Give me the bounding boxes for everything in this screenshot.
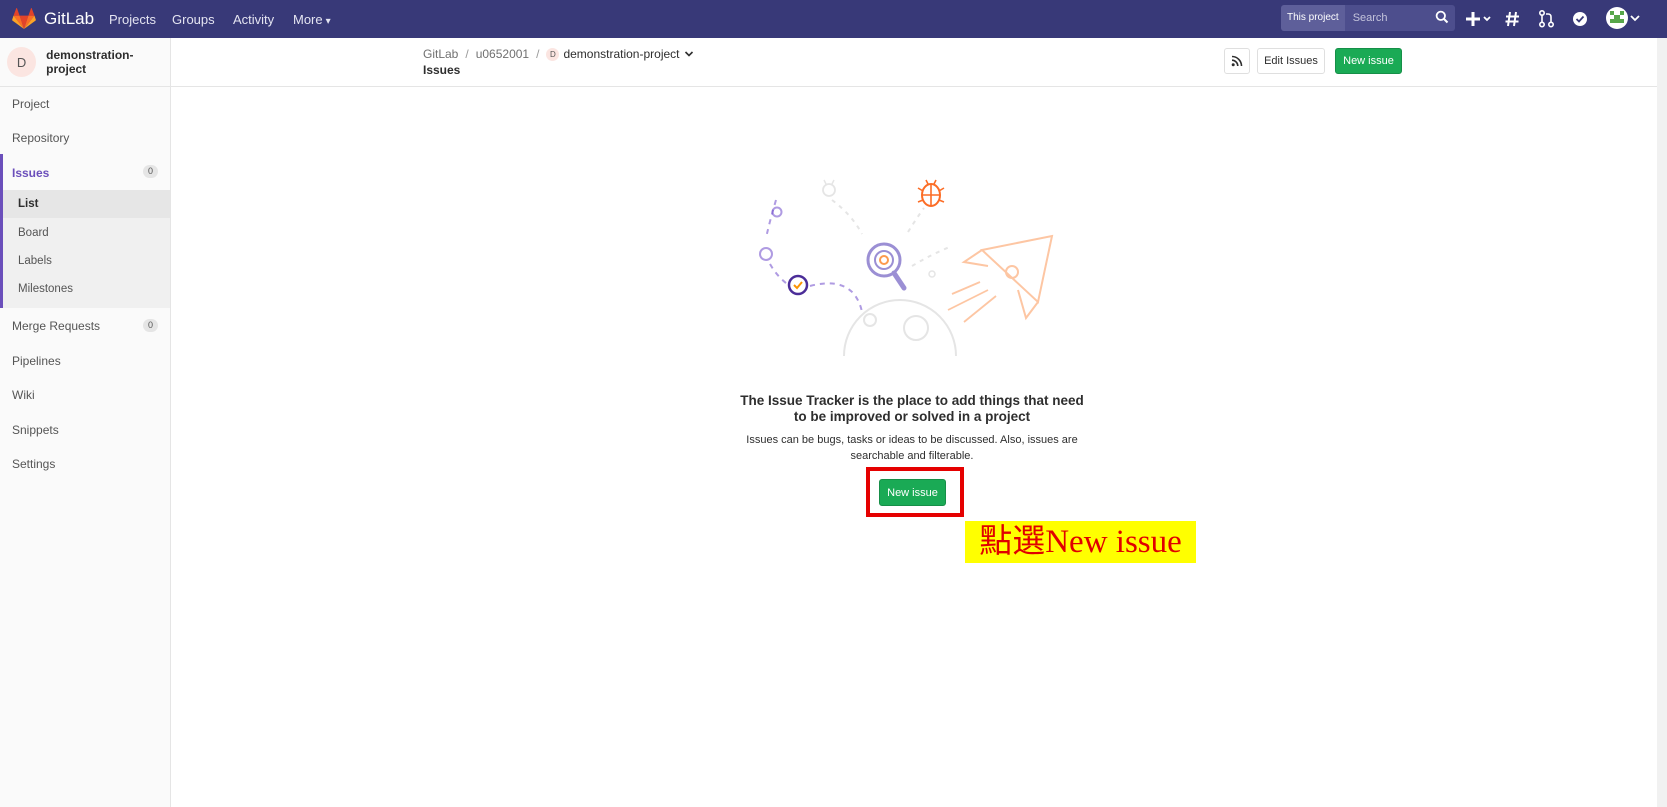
edit-issues-button[interactable]: Edit Issues xyxy=(1257,48,1325,74)
top-navbar: GitLab Projects Groups Activity More ▾ Th… xyxy=(0,0,1667,38)
sidebar-subitem-board[interactable]: Board xyxy=(18,227,49,239)
empty-state-title: The Issue Tracker is the place to add th… xyxy=(740,393,1084,424)
sidebar-issues-section: Issues 0 List Board Labels Milestones xyxy=(0,154,170,308)
user-avatar-icon xyxy=(1606,7,1628,29)
hashtag-icon[interactable] xyxy=(1504,9,1521,29)
nav-activity[interactable]: Activity xyxy=(233,12,274,27)
page-title: Issues xyxy=(423,63,461,77)
sidebar-item-label: Merge Requests xyxy=(12,319,101,333)
brand-name: GitLab xyxy=(44,9,95,28)
vertical-scrollbar[interactable] xyxy=(1657,38,1667,807)
sidebar-subitem-list[interactable]: List xyxy=(3,190,170,218)
issues-count-badge: 0 xyxy=(143,165,158,178)
sidebar-item-label: Project xyxy=(12,97,50,111)
project-avatar: D xyxy=(7,47,37,77)
rss-button[interactable] xyxy=(1224,48,1250,74)
instruction-annotation: 點選New issue xyxy=(965,521,1196,563)
nav-projects[interactable]: Projects xyxy=(109,12,156,27)
nav-more-label: More xyxy=(293,12,323,27)
search-input[interactable] xyxy=(1350,11,1435,25)
chevron-down-icon[interactable] xyxy=(684,49,694,59)
plus-dropdown-icon[interactable] xyxy=(1466,9,1492,29)
chevron-down-icon xyxy=(1630,15,1640,22)
sidebar-item-label: Settings xyxy=(12,457,56,471)
sidebar-project-header[interactable]: D demonstration-project xyxy=(0,38,170,87)
rss-icon xyxy=(1231,55,1243,67)
page-header: GitLab / u0652001 / D demonstration-proj… xyxy=(171,38,1667,87)
tanuki-logo-icon xyxy=(12,8,36,29)
todo-check-icon[interactable] xyxy=(1571,9,1589,29)
issues-empty-state-illustration xyxy=(759,179,1054,357)
sidebar-item-label: Snippets xyxy=(12,423,59,437)
sidebar-item-label: Issues xyxy=(12,166,50,180)
search-box xyxy=(1344,5,1455,31)
breadcrumb-gitlab[interactable]: GitLab xyxy=(423,47,458,61)
sidebar-item-issues[interactable]: Issues 0 xyxy=(3,154,170,190)
user-menu[interactable] xyxy=(1605,6,1641,30)
new-issue-header-button[interactable]: New issue xyxy=(1335,48,1402,74)
sidebar-project-name: demonstration-project xyxy=(46,48,134,76)
breadcrumb-separator: / xyxy=(465,47,469,61)
nav-more[interactable]: More ▾ xyxy=(293,12,331,27)
nav-groups[interactable]: Groups xyxy=(172,12,215,27)
breadcrumb-project-avatar: D xyxy=(546,47,560,61)
sidebar-subitem-labels[interactable]: Labels xyxy=(18,255,52,267)
merge-requests-count-badge: 0 xyxy=(143,319,158,332)
search-area: This project xyxy=(1281,5,1455,31)
chevron-down-icon: ▾ xyxy=(325,16,331,27)
empty-state-description: Issues can be bugs, tasks or ideas to be… xyxy=(746,434,1078,462)
sidebar-item-label: Wiki xyxy=(12,388,35,402)
search-scope-badge[interactable]: This project xyxy=(1281,5,1345,31)
breadcrumb-separator: / xyxy=(536,47,540,61)
merge-request-icon[interactable] xyxy=(1538,9,1555,29)
sidebar-item-label: Pipelines xyxy=(12,354,61,368)
highlight-frame xyxy=(866,467,964,517)
project-sidebar: D demonstration-project Project Reposito… xyxy=(0,38,171,807)
breadcrumb-user[interactable]: u0652001 xyxy=(476,47,529,61)
gitlab-logo[interactable]: GitLab xyxy=(12,8,94,30)
breadcrumb: GitLab / u0652001 / D demonstration-proj… xyxy=(423,47,694,61)
search-icon[interactable] xyxy=(1435,10,1449,24)
sidebar-subitem-label: List xyxy=(18,198,39,210)
sidebar-subitem-milestones[interactable]: Milestones xyxy=(18,283,73,295)
breadcrumb-project[interactable]: demonstration-project xyxy=(563,47,679,61)
sidebar-item-label: Repository xyxy=(12,131,70,145)
